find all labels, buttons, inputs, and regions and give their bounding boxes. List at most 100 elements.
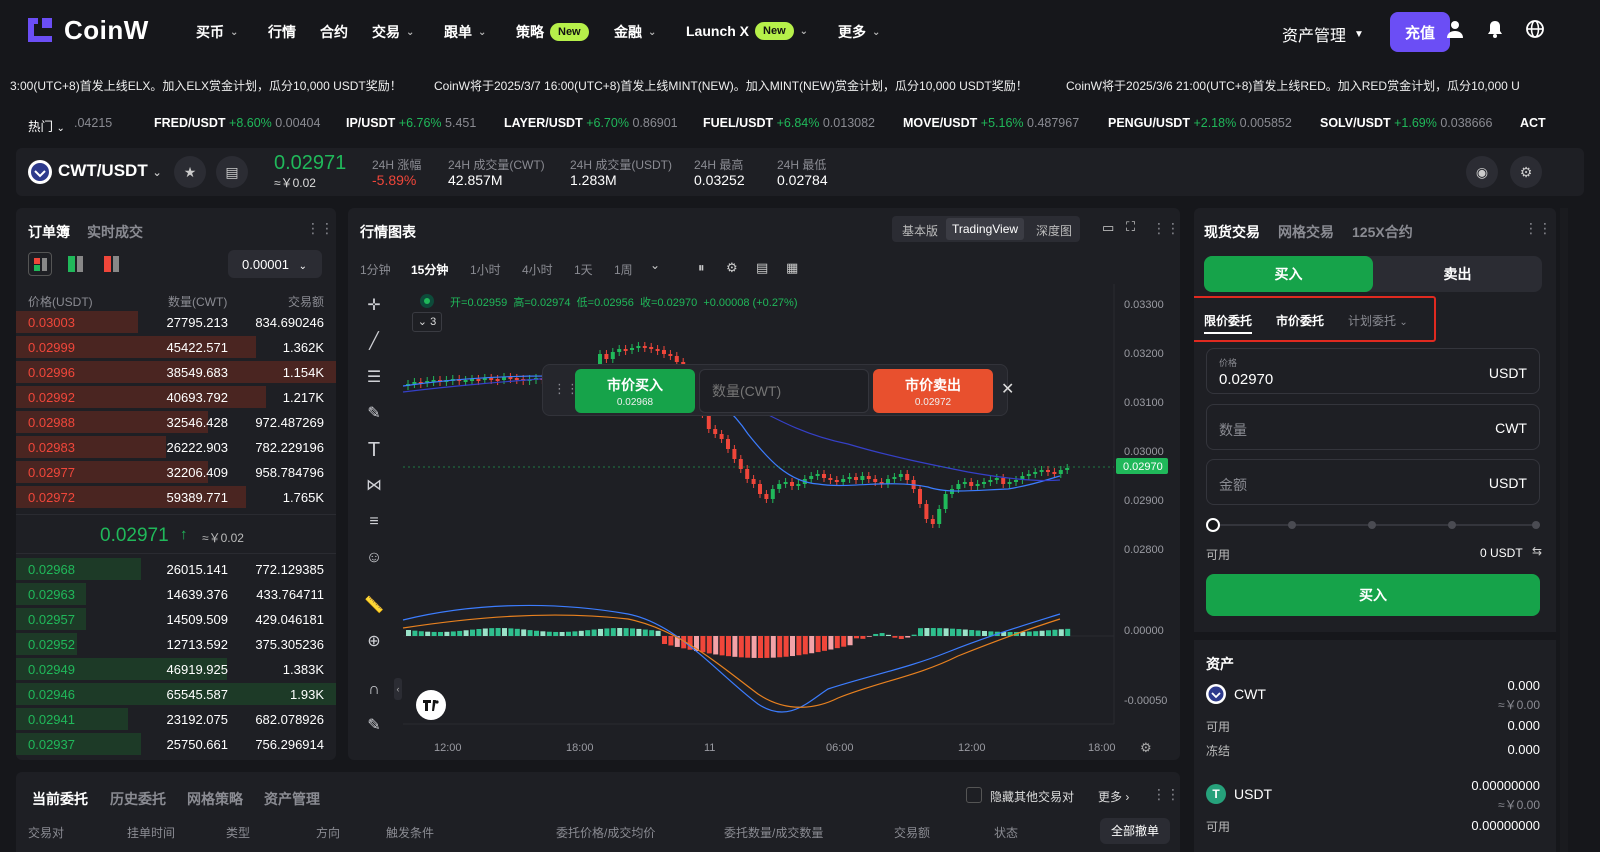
quick-qty-input[interactable] [699, 369, 869, 413]
hot-pair-item[interactable]: MOVE/USDT +5.16% 0.487967 [903, 116, 1079, 130]
tradingview-logo-icon[interactable] [416, 690, 446, 720]
template-icon[interactable]: ▤ [756, 260, 768, 276]
ask-row[interactable]: 0.03003 27795.213 834.690246 [16, 310, 336, 334]
ask-row[interactable]: 0.02996 38549.683 1.154K [16, 360, 336, 384]
interval-option[interactable]: 1小时 [470, 261, 501, 278]
tab-grid-strategy[interactable]: 网格策略 [187, 789, 243, 809]
tab-asset-management[interactable]: 资产管理 [264, 789, 320, 809]
ticker-item[interactable]: CoinW将于2025/3/6 21:00(UTC+8)首发上线RED。加入RE… [1066, 77, 1520, 94]
ask-row[interactable]: 0.02983 26222.903 782.229196 [16, 435, 336, 459]
lightbulb-icon[interactable]: ◉ [1466, 156, 1498, 188]
ask-row[interactable]: 0.02999 45422.571 1.362K [16, 335, 336, 359]
ask-row[interactable]: 0.02977 32206.409 958.784796 [16, 460, 336, 484]
precision-select[interactable]: 0.00001 ⌄ [228, 250, 322, 278]
nav-item-4[interactable]: 跟单 ⌄ [444, 22, 486, 42]
slider-tick[interactable] [1448, 521, 1456, 529]
slider-tick[interactable] [1288, 521, 1296, 529]
candle-type-icon[interactable]: ⏸ [698, 260, 705, 276]
layout-both-icon[interactable] [28, 252, 52, 276]
interval-option[interactable]: 1周 [614, 261, 633, 278]
buy-tab[interactable]: 买入 [1204, 256, 1373, 292]
market-sell-button[interactable]: 市价卖出 0.02972 [873, 369, 993, 413]
drag-handle-icon[interactable]: ⋮⋮ [1152, 786, 1180, 803]
bid-row[interactable]: 0.02937 25750.661 756.296914 [16, 732, 336, 756]
order-type-limit[interactable]: 限价委托 [1204, 312, 1253, 334]
nav-item-0[interactable]: 买币 ⌄ [196, 22, 238, 42]
nav-item-8[interactable]: 更多 ⌄ [838, 22, 880, 42]
amount-input[interactable]: 金额 USDT [1206, 459, 1540, 505]
calendar-icon[interactable]: ▦ [786, 260, 798, 276]
fullscreen-icon[interactable]: ⛶ [1126, 219, 1135, 235]
bid-row[interactable]: 0.02957 14509.509 429.046181 [16, 607, 336, 631]
hot-pair-item[interactable]: FUEL/USDT +6.84% 0.013082 [703, 116, 875, 130]
user-icon[interactable] [1444, 20, 1466, 42]
interval-option[interactable]: 4小时 [522, 261, 553, 278]
hide-other-pairs-checkbox[interactable] [966, 787, 982, 803]
drag-handle-icon[interactable]: ⋮⋮ [306, 220, 334, 237]
tab-spot[interactable]: 现货交易 [1204, 222, 1260, 242]
bell-icon[interactable] [1484, 20, 1506, 42]
price-chart-svg[interactable]: 0.03300 0.03200 0.03100 0.03000 0.02900 0.028… [348, 284, 1180, 760]
hot-pair-item[interactable]: IP/USDT +6.76% 5.451 [346, 116, 476, 130]
scrollbar[interactable] [1560, 208, 1568, 852]
slider-handle[interactable] [1206, 518, 1220, 532]
tab-futures[interactable]: 125X合约 [1352, 222, 1413, 242]
chevron-down-icon[interactable]: ⌄ [650, 258, 660, 272]
layout-asks-icon[interactable] [104, 256, 120, 272]
market-buy-button[interactable]: 市价买入 0.02968 [575, 369, 695, 413]
more-link[interactable]: 更多 › [1098, 788, 1129, 805]
tab-grid[interactable]: 网格交易 [1278, 222, 1334, 242]
order-type-trigger[interactable]: 计划委托 ⌄ [1348, 312, 1408, 329]
nav-item-7[interactable]: Launch X New ⌄ [686, 22, 808, 40]
bid-row[interactable]: 0.02963 14639.376 433.764711 [16, 582, 336, 606]
ask-row[interactable]: 0.02988 32546.428 972.487269 [16, 410, 336, 434]
view-depth[interactable]: 深度图 [1036, 222, 1072, 239]
hot-dropdown[interactable]: 热门 ⌄ [28, 116, 65, 135]
submit-buy-button[interactable]: 买入 [1206, 574, 1540, 616]
chart-settings-icon[interactable]: ⚙ [1140, 740, 1152, 756]
pair-selector[interactable]: CWT/USDT ⌄ [58, 161, 162, 181]
view-basic[interactable]: 基本版 [902, 222, 938, 239]
qty-input[interactable]: 数量 CWT [1206, 404, 1540, 450]
tab-order-history[interactable]: 历史委托 [110, 789, 166, 809]
hot-pair-item[interactable]: FRED/USDT +8.60% 0.00404 [154, 116, 320, 130]
interval-option[interactable]: 15分钟 [411, 261, 448, 278]
hot-pair-item[interactable]: SOLV/USDT +1.69% 0.038666 [1320, 116, 1492, 130]
view-tradingview[interactable]: TradingView [946, 218, 1025, 240]
tab-orderbook[interactable]: 订单簿 [28, 222, 70, 242]
interval-option[interactable]: 1天 [574, 261, 593, 278]
bid-row[interactable]: 0.02949 46919.925 1.383K [16, 657, 336, 681]
window-icon[interactable]: ▭ [1102, 220, 1114, 236]
deposit-button[interactable]: 充值 [1390, 12, 1450, 52]
cancel-all-button[interactable]: 全部撤单 [1100, 818, 1170, 844]
ticker-item[interactable]: CoinW将于2025/3/7 16:00(UTC+8)首发上线MINT(NEW… [434, 77, 1028, 94]
tab-trades[interactable]: 实时成交 [87, 222, 143, 242]
star-icon[interactable]: ★ [174, 156, 206, 188]
nav-item-2[interactable]: 合约 [320, 22, 348, 42]
nav-item-6[interactable]: 金融 ⌄ [614, 22, 656, 42]
ask-row[interactable]: 0.02992 40693.792 1.217K [16, 385, 336, 409]
bid-row[interactable]: 0.02946 65545.587 1.93K [16, 682, 336, 706]
hot-pair-item[interactable]: LAYER/USDT +6.70% 0.86901 [504, 116, 678, 130]
nav-item-5[interactable]: 策略 New [516, 22, 589, 42]
drag-handle-icon[interactable]: ⋮⋮ [1524, 220, 1552, 237]
announcement-ticker[interactable]: 3:00(UTC+8)首发上线ELX。加入ELX赏金计划，瓜分10,000 US… [0, 70, 1600, 98]
price-input[interactable]: 价格 0.02970 USDT [1206, 348, 1540, 394]
asset-management-menu[interactable]: 资产管理 ▼ [1282, 22, 1364, 46]
slider-tick[interactable] [1532, 521, 1540, 529]
indicator-settings-icon[interactable]: ⚙ [726, 260, 738, 276]
ticker-item[interactable]: 3:00(UTC+8)首发上线ELX。加入ELX赏金计划，瓜分10,000 US… [10, 77, 402, 94]
layout-bids-icon[interactable] [68, 256, 84, 272]
brand-logo[interactable]: CoinW [24, 14, 149, 46]
hot-pair-item[interactable]: ACT [1520, 116, 1546, 130]
bid-row[interactable]: 0.02952 12713.592 375.305236 [16, 632, 336, 656]
sell-tab[interactable]: 卖出 [1373, 256, 1542, 292]
transfer-icon[interactable]: ⇆ [1532, 544, 1542, 558]
bid-row[interactable]: 0.02941 23192.075 682.078926 [16, 707, 336, 731]
gear-icon[interactable]: ⚙ [1510, 156, 1542, 188]
document-icon[interactable]: ▤ [216, 156, 248, 188]
nav-item-1[interactable]: 行情 [268, 22, 296, 42]
globe-icon[interactable] [1524, 20, 1546, 42]
hot-pair-item[interactable]: PENGU/USDT +2.18% 0.005852 [1108, 116, 1292, 130]
bid-row[interactable]: 0.02968 26015.141 772.129385 [16, 557, 336, 581]
